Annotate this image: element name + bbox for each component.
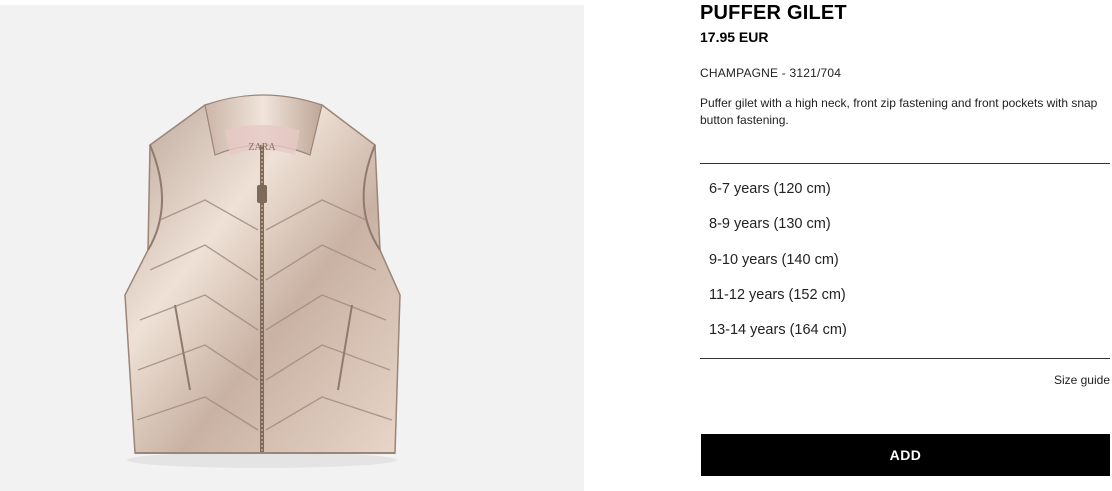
product-description: Puffer gilet with a high neck, front zip… bbox=[700, 96, 1098, 127]
color-reference: CHAMPAGNE - 3121/704 bbox=[700, 66, 842, 80]
size-list-top-divider bbox=[700, 163, 1110, 164]
size-option-11-12[interactable]: 11-12 years (152 cm) bbox=[700, 278, 1110, 313]
size-list-bottom-divider bbox=[700, 358, 1110, 359]
product-image[interactable]: ZARA bbox=[0, 5, 584, 491]
product-page: ZARA bbox=[0, 0, 1112, 491]
size-selector: 6-7 years (120 cm) 8-9 years (130 cm) 9-… bbox=[700, 172, 1110, 348]
size-guide-link[interactable]: Size guide bbox=[1054, 373, 1110, 387]
size-option-13-14[interactable]: 13-14 years (164 cm) bbox=[700, 313, 1110, 348]
size-option-9-10[interactable]: 9-10 years (140 cm) bbox=[700, 243, 1110, 278]
product-info: PUFFER GILET 17.95 EUR CHAMPAGNE - 3121/… bbox=[700, 0, 1112, 491]
size-option-6-7[interactable]: 6-7 years (120 cm) bbox=[700, 172, 1110, 207]
puffer-gilet-image: ZARA bbox=[124, 94, 401, 468]
add-to-cart-button[interactable]: ADD bbox=[701, 434, 1110, 476]
size-option-8-9[interactable]: 8-9 years (130 cm) bbox=[700, 207, 1110, 242]
product-price: 17.95 EUR bbox=[700, 29, 769, 45]
product-title: PUFFER GILET bbox=[700, 2, 847, 24]
